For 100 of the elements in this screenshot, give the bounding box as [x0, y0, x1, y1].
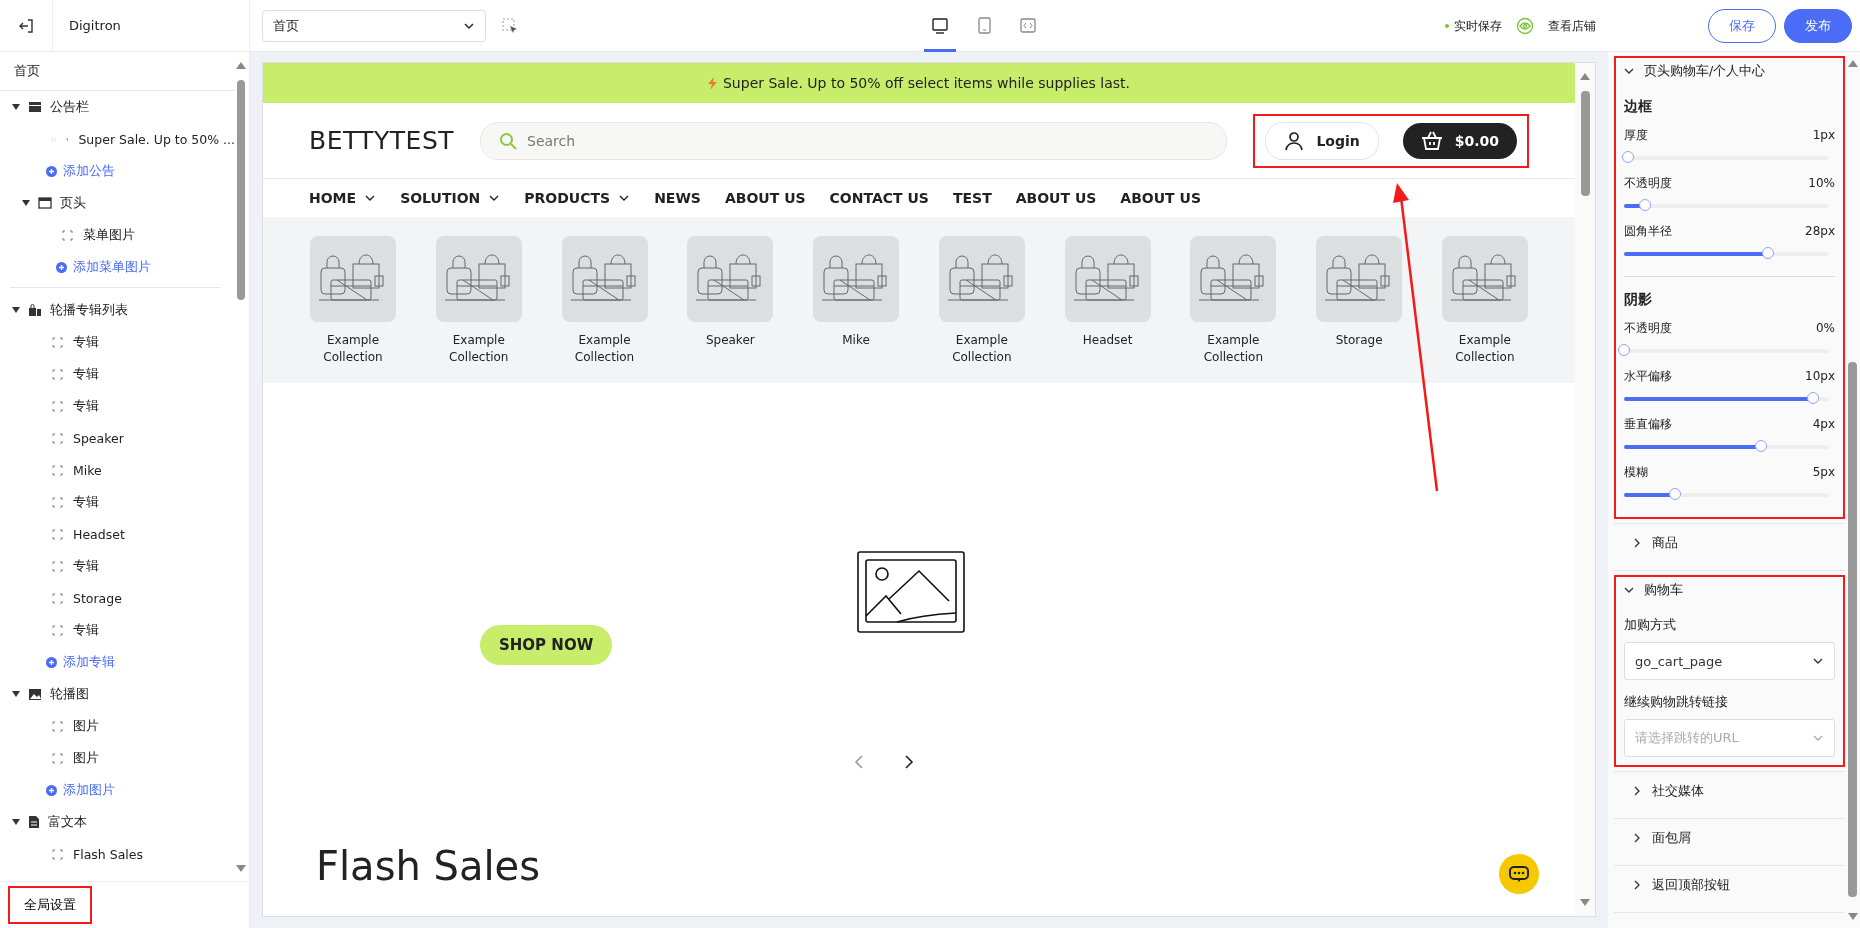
tree-item[interactable]: 图片 [0, 742, 235, 774]
block-icon [52, 592, 63, 604]
tree-item[interactable]: 菜单图片 [10, 219, 221, 251]
add-link[interactable]: 添加专辑 [0, 646, 235, 678]
nav-item[interactable]: HOME [309, 190, 377, 206]
section-header[interactable]: 购物车 [1624, 577, 1835, 603]
scrollbar-thumb[interactable] [1848, 362, 1857, 897]
section-item[interactable]: 页头 [10, 187, 221, 219]
nav-item[interactable]: CONTACT US [829, 190, 929, 206]
tree-item[interactable]: 专辑 [0, 486, 235, 518]
slider-label: 垂直偏移 [1624, 415, 1672, 433]
section-header[interactable]: 商品 [1624, 530, 1835, 556]
nav-item[interactable]: TEST [952, 190, 992, 206]
item-label: 专辑 [73, 365, 99, 383]
global-settings-button[interactable]: 全局设置 [8, 886, 92, 924]
view-store-link[interactable]: 查看店铺 [1548, 17, 1596, 35]
collection-tile[interactable] [813, 236, 900, 322]
tree-item[interactable]: Super Sale. Up to 50% ... [0, 123, 235, 155]
slider-handle[interactable] [1622, 151, 1635, 163]
tree-item[interactable]: 专辑 [0, 614, 235, 646]
collection-tile[interactable] [938, 236, 1025, 322]
collection-tile[interactable] [1190, 236, 1277, 322]
page-select[interactable]: 首页 [262, 10, 486, 42]
collection-tile[interactable] [561, 236, 648, 322]
slider-handle[interactable] [1669, 488, 1682, 500]
publish-button[interactable]: 发布 [1784, 8, 1852, 43]
save-button[interactable]: 保存 [1708, 8, 1776, 43]
eye-icon[interactable] [1516, 17, 1534, 35]
tree-item[interactable]: 专辑 [0, 550, 235, 582]
nav-item[interactable]: ABOUT US [724, 190, 806, 206]
add-link[interactable]: 添加公告 [0, 155, 235, 187]
slider-handle[interactable] [1618, 344, 1630, 356]
add-link[interactable]: 添加菜单图片 [10, 251, 221, 283]
search-field[interactable]: Search [480, 121, 1228, 160]
item-label: 专辑 [73, 333, 99, 351]
store-logo[interactable]: BETTYTEST [309, 126, 455, 155]
tree-item[interactable]: Mike [0, 454, 235, 486]
chevron-right-icon[interactable] [903, 755, 915, 769]
select-tool-icon[interactable] [502, 18, 518, 34]
monitor-icon [931, 17, 949, 35]
tree-item[interactable]: Flash Sales [0, 838, 235, 870]
item-label: Storage [73, 590, 122, 606]
slider-value: 28px [1805, 224, 1835, 238]
collection-label: Example Collection [1454, 332, 1516, 366]
section-item[interactable]: 轮播图 [0, 678, 235, 710]
slider-label: 不透明度 [1624, 174, 1672, 192]
scroll-up-icon[interactable] [1579, 71, 1591, 81]
collection-tile[interactable] [310, 236, 396, 322]
scrollbar-thumb[interactable] [237, 80, 245, 300]
tree-item[interactable]: Headset [0, 518, 235, 550]
scroll-down-icon[interactable] [1579, 898, 1591, 908]
collection-tile[interactable] [1316, 236, 1403, 322]
section-header[interactable]: 社交媒体 [1624, 778, 1835, 804]
scroll-up-icon[interactable] [1847, 58, 1859, 68]
slider-handle[interactable] [1638, 199, 1651, 211]
shop-now-button[interactable]: SHOP NOW [480, 625, 613, 665]
slider-value: 10% [1808, 176, 1835, 190]
autosave-label: 实时保存 [1454, 17, 1502, 35]
section-header[interactable]: 页头购物车/个人中心 [1624, 58, 1835, 84]
collection-tile[interactable] [687, 236, 774, 322]
collection-label: Example Collection [573, 332, 636, 366]
collection-tile[interactable] [435, 236, 522, 322]
section-item[interactable]: 富文本 [0, 806, 235, 838]
exit-icon[interactable] [18, 17, 34, 34]
scroll-down-icon[interactable] [1847, 912, 1859, 922]
slider-handle[interactable] [1761, 247, 1774, 259]
slider-value: 4px [1812, 417, 1835, 431]
collection-label: Example Collection [1202, 332, 1265, 366]
tree-item[interactable]: Storage [0, 582, 235, 614]
section-item[interactable]: 轮播专辑列表 [0, 294, 235, 326]
cart-button[interactable]: $0.00 [1402, 122, 1517, 159]
section-header[interactable]: 面包屑 [1624, 825, 1835, 851]
scroll-down-icon[interactable] [235, 864, 247, 874]
collection-label: Storage [1334, 332, 1384, 349]
tree-item[interactable]: 图片 [0, 710, 235, 742]
plus-icon [46, 165, 57, 177]
tree-item[interactable]: Speaker [0, 422, 235, 454]
section-item[interactable]: 公告栏 [0, 91, 235, 123]
select-field[interactable]: go_cart_page [1624, 642, 1835, 680]
section-header[interactable]: 返回顶部按钮 [1624, 872, 1835, 898]
scroll-up-icon[interactable] [235, 60, 247, 70]
slider-handle[interactable] [1806, 392, 1819, 404]
scrollbar-thumb[interactable] [1581, 91, 1590, 196]
slider-handle[interactable] [1755, 440, 1768, 452]
nav-item[interactable]: NEWS [654, 190, 701, 206]
collection-tile[interactable] [1441, 236, 1528, 322]
tree-item[interactable]: 专辑 [0, 358, 235, 390]
collection-label: Speaker [704, 332, 756, 349]
nav-item[interactable]: ABOUT US [1015, 190, 1097, 206]
tree-item[interactable]: 专辑 [0, 326, 235, 358]
collection-tile[interactable] [1064, 236, 1151, 322]
tablet-icon [975, 17, 993, 35]
block-icon [52, 528, 63, 540]
nav-item[interactable]: PRODUCTS [524, 190, 631, 206]
chat-button[interactable] [1499, 854, 1539, 894]
nav-item[interactable]: SOLUTION [400, 190, 501, 206]
login-button[interactable]: Login [1265, 121, 1379, 160]
tree-item[interactable]: 专辑 [0, 390, 235, 422]
add-link[interactable]: 添加图片 [0, 774, 235, 806]
nav-item[interactable]: ABOUT US [1120, 190, 1201, 206]
